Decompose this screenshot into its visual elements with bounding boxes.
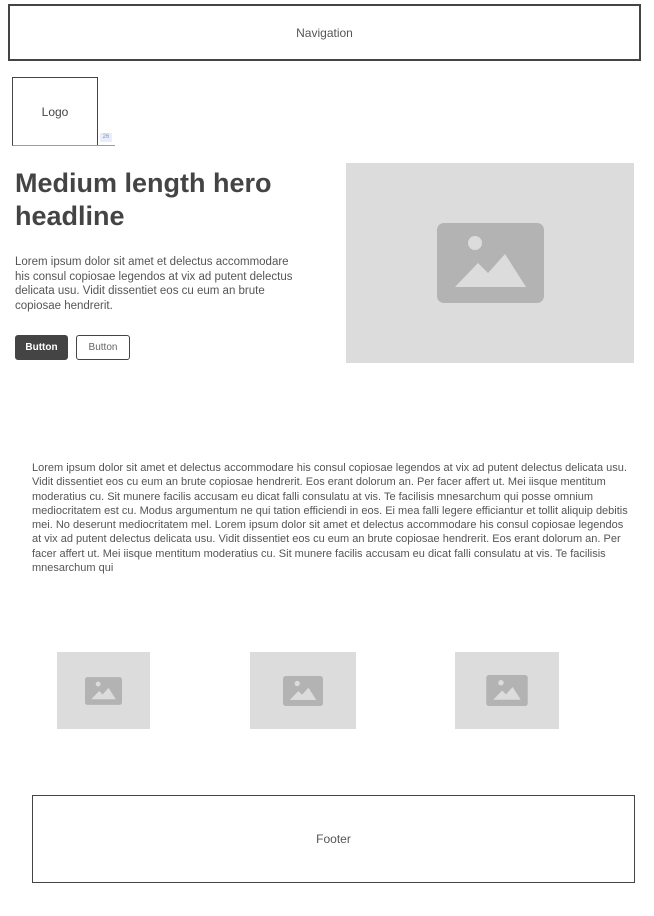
primary-button[interactable]: Button (15, 335, 68, 360)
image-icon (85, 676, 122, 705)
hero-headline: Medium length hero headline (15, 168, 272, 231)
navigation-label: Navigation (296, 25, 353, 40)
navigation-bar[interactable]: Navigation (8, 4, 641, 61)
logo-size-badge: 26 (100, 133, 112, 142)
footer[interactable]: Footer (32, 795, 635, 883)
secondary-button[interactable]: Button (76, 335, 130, 360)
logo-selection-line (97, 145, 115, 146)
logo-label: Logo (41, 104, 69, 119)
footer-label: Footer (316, 832, 351, 846)
gallery-image-placeholder-2 (250, 652, 356, 729)
image-icon (486, 675, 528, 706)
body-paragraph: Lorem ipsum dolor sit amet et delectus a… (32, 462, 628, 575)
image-icon (283, 675, 323, 706)
gallery-image-placeholder-1 (57, 652, 150, 729)
image-icon (436, 223, 544, 303)
hero-image-placeholder (346, 163, 634, 363)
hero-description: Lorem ipsum dolor sit amet et delectus a… (15, 256, 293, 312)
logo[interactable]: Logo (12, 77, 98, 146)
gallery-image-placeholder-3 (455, 652, 559, 729)
